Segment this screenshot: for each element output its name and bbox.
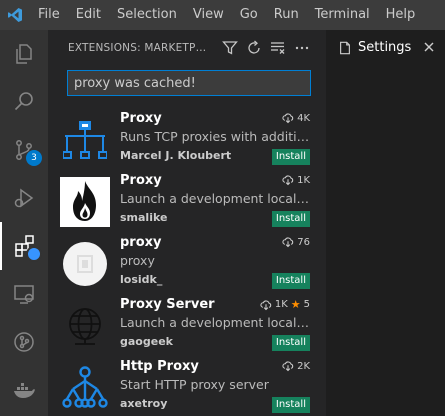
network-tree-icon xyxy=(60,363,110,413)
extension-stats: 76 xyxy=(282,236,310,248)
extension-description: Launch a development local Server xyxy=(120,191,310,206)
run-debug-icon xyxy=(14,188,34,208)
extension-publisher[interactable]: smalike xyxy=(120,211,167,224)
download-count: 1K xyxy=(274,299,288,310)
activity-bar: 3 xyxy=(0,30,48,416)
rating-value: 5 xyxy=(303,299,310,310)
extension-name: proxy xyxy=(120,235,162,250)
explorer-button[interactable] xyxy=(0,30,48,78)
install-button[interactable]: Install xyxy=(271,211,310,227)
extension-item[interactable]: Proxy 4K Runs TCP proxies with additiona… xyxy=(48,109,320,171)
extension-stats: 4K xyxy=(282,112,310,124)
globe-icon xyxy=(60,301,110,351)
extension-name: Proxy xyxy=(120,111,162,126)
extension-stats: 2K xyxy=(282,360,310,372)
clear-results-button[interactable] xyxy=(266,37,290,59)
editor-area xyxy=(320,65,445,416)
menu-go[interactable]: Go xyxy=(232,0,266,30)
download-count: 4K xyxy=(297,112,310,124)
extension-search-input[interactable] xyxy=(67,70,311,96)
default-extension-icon xyxy=(60,239,110,289)
download-cloud-icon xyxy=(282,175,294,186)
install-button[interactable]: Install xyxy=(271,335,310,351)
git-graph-icon xyxy=(14,332,34,352)
refresh-button[interactable] xyxy=(242,37,266,59)
proxy-network-icon xyxy=(60,115,110,165)
extension-stats: 1K xyxy=(282,174,310,186)
extension-publisher[interactable]: Marcel J. Kloubert xyxy=(120,149,231,162)
sidebar-title: EXTENSIONS: MARKETPLACE xyxy=(68,41,212,54)
menu-run[interactable]: Run xyxy=(266,0,307,30)
ellipsis-icon xyxy=(295,46,309,49)
extension-publisher[interactable]: gaogeek xyxy=(120,335,173,348)
extension-publisher[interactable]: axetroy xyxy=(120,397,167,410)
title-bar: File Edit Selection View Go Run Terminal… xyxy=(0,0,445,30)
download-cloud-icon xyxy=(282,237,294,248)
tab-settings[interactable]: Settings xyxy=(326,30,445,65)
install-button[interactable]: Install xyxy=(271,397,310,413)
extension-item[interactable]: Proxy 1K Launch a development local Serv… xyxy=(48,171,320,233)
clear-all-icon xyxy=(271,41,285,54)
vscode-logo-icon xyxy=(0,0,30,30)
install-button[interactable]: Install xyxy=(271,273,310,289)
extension-description: Start HTTP proxy server xyxy=(120,377,269,392)
extension-item[interactable]: Proxy Server 1K ★ 5 Launch a development… xyxy=(48,295,320,357)
menu-bar: File Edit Selection View Go Run Terminal… xyxy=(30,0,423,30)
remote-explorer-icon xyxy=(14,285,34,304)
install-button[interactable]: Install xyxy=(271,149,310,165)
filter-button[interactable] xyxy=(218,37,242,59)
menu-view[interactable]: View xyxy=(185,0,232,30)
extension-description: Runs TCP proxies with additional feature… xyxy=(120,129,310,144)
search-button[interactable] xyxy=(0,78,48,126)
menu-terminal[interactable]: Terminal xyxy=(307,0,378,30)
extension-publisher[interactable]: losidk_ xyxy=(120,273,162,286)
extension-name: Proxy xyxy=(120,173,162,188)
run-debug-button[interactable] xyxy=(0,174,48,222)
sidebar-actions xyxy=(218,37,314,59)
menu-help[interactable]: Help xyxy=(378,0,424,30)
files-icon xyxy=(16,44,32,64)
update-clock-icon xyxy=(26,246,42,262)
editor-tab-bar: Settings xyxy=(320,30,445,65)
download-cloud-icon xyxy=(282,113,294,124)
search-icon xyxy=(14,92,33,111)
source-control-button[interactable]: 3 xyxy=(0,126,48,174)
close-icon xyxy=(424,42,434,52)
tab-label: Settings xyxy=(358,40,412,55)
extension-name: Proxy Server xyxy=(120,297,215,312)
remote-explorer-button[interactable] xyxy=(0,270,48,318)
menu-edit[interactable]: Edit xyxy=(68,0,109,30)
download-cloud-icon xyxy=(260,299,271,310)
menu-selection[interactable]: Selection xyxy=(109,0,185,30)
download-count: 76 xyxy=(297,236,310,248)
download-count: 1K xyxy=(297,174,310,186)
extensions-sidebar: EXTENSIONS: MARKETPLACE proxy was cached… xyxy=(48,30,320,416)
extension-item[interactable]: Http Proxy 2K Start HTTP proxy server ax… xyxy=(48,357,320,416)
file-icon xyxy=(340,41,350,54)
filter-icon xyxy=(222,40,238,55)
refresh-icon xyxy=(248,40,260,54)
extensions-button[interactable] xyxy=(0,222,48,270)
extension-stats: 1K ★ 5 xyxy=(260,298,310,311)
extension-list: Proxy 4K Runs TCP proxies with additiona… xyxy=(48,109,320,416)
git-graph-button[interactable] xyxy=(0,318,48,366)
more-actions-button[interactable] xyxy=(290,37,314,59)
extension-description: proxy xyxy=(120,253,155,268)
source-control-badge: 3 xyxy=(26,150,42,166)
extension-item[interactable]: proxy 76 proxy losidk_ Install xyxy=(48,233,320,295)
search-box xyxy=(48,65,320,103)
flame-logo-icon xyxy=(60,177,110,227)
extension-description: Launch a development local Server xyxy=(120,315,310,330)
extension-name: Http Proxy xyxy=(120,359,199,374)
star-icon: ★ xyxy=(290,298,301,311)
tab-close-button[interactable] xyxy=(421,39,437,55)
docker-button[interactable] xyxy=(0,366,48,414)
menu-file[interactable]: File xyxy=(30,0,68,30)
sidebar-header: EXTENSIONS: MARKETPLACE xyxy=(48,30,320,65)
download-count: 2K xyxy=(297,360,310,372)
docker-icon xyxy=(14,383,35,398)
download-cloud-icon xyxy=(282,361,294,372)
